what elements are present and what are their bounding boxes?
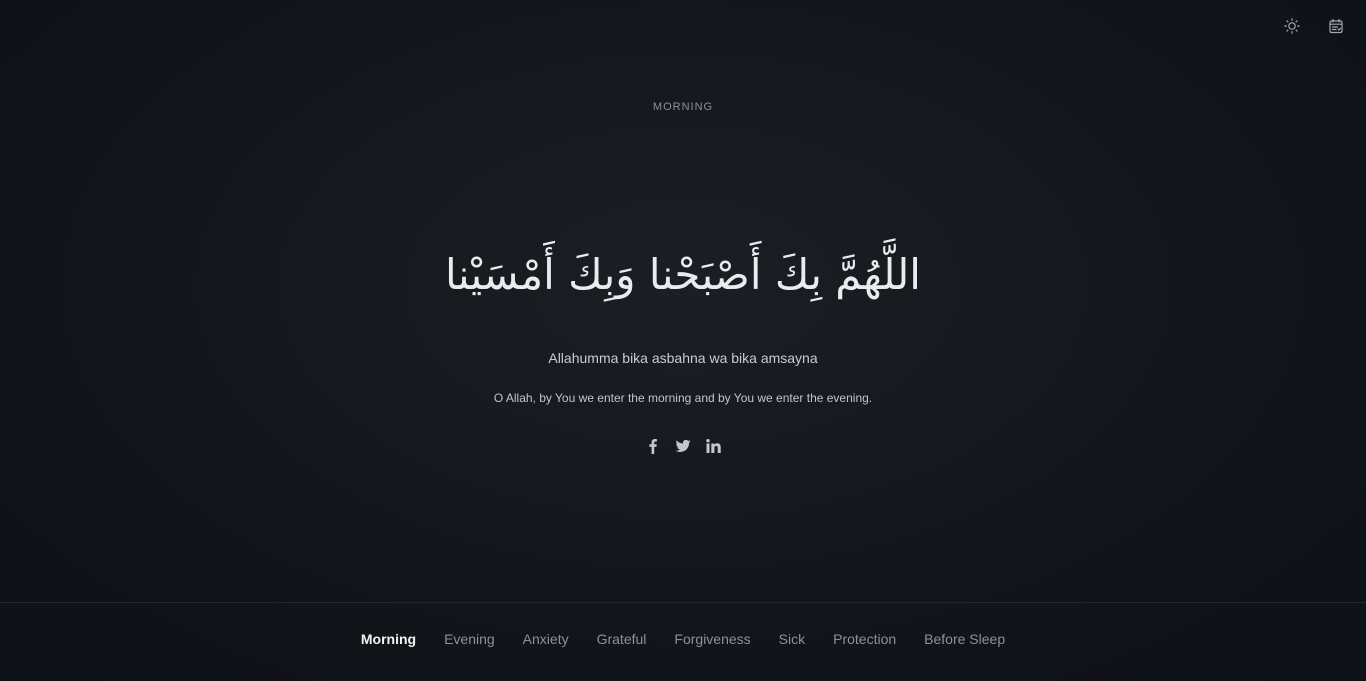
sun-icon xyxy=(1284,18,1300,34)
nav-item-anxiety[interactable]: Anxiety xyxy=(523,631,569,647)
footer-divider xyxy=(0,602,1366,603)
header-actions xyxy=(1282,16,1346,36)
nav-item-morning[interactable]: Morning xyxy=(361,631,416,647)
nav-item-protection[interactable]: Protection xyxy=(833,631,896,647)
share-links xyxy=(0,437,1366,455)
dua-transliteration: Allahumma bika asbahna wa bika amsayna xyxy=(548,350,818,366)
nav-item-grateful[interactable]: Grateful xyxy=(597,631,647,647)
dua-category-label: MORNING xyxy=(652,101,714,113)
category-nav: Morning Evening Anxiety Grateful Forgive… xyxy=(0,631,1366,647)
nav-item-before-sleep[interactable]: Before Sleep xyxy=(924,631,1005,647)
calendar-button[interactable] xyxy=(1326,16,1346,36)
linkedin-icon xyxy=(706,439,721,453)
theme-toggle-button[interactable] xyxy=(1282,16,1302,36)
nav-item-evening[interactable]: Evening xyxy=(444,631,495,647)
share-linkedin-button[interactable] xyxy=(705,437,721,455)
share-facebook-button[interactable] xyxy=(645,437,661,455)
nav-item-forgiveness[interactable]: Forgiveness xyxy=(674,631,750,647)
nav-item-sick[interactable]: Sick xyxy=(779,631,805,647)
dua-translation: O Allah, by You we enter the morning and… xyxy=(493,391,873,405)
facebook-icon xyxy=(649,439,657,454)
share-twitter-button[interactable] xyxy=(675,437,691,455)
twitter-icon xyxy=(675,439,691,453)
calendar-icon xyxy=(1329,18,1343,34)
page: MORNING اللَّهُمَّ بِكَ أَصْبَحْنا وَبِك… xyxy=(0,0,1366,681)
dua-arabic-text: اللَّهُمَّ بِكَ أَصْبَحْنا وَبِكَ أَمْسَ… xyxy=(445,250,921,299)
